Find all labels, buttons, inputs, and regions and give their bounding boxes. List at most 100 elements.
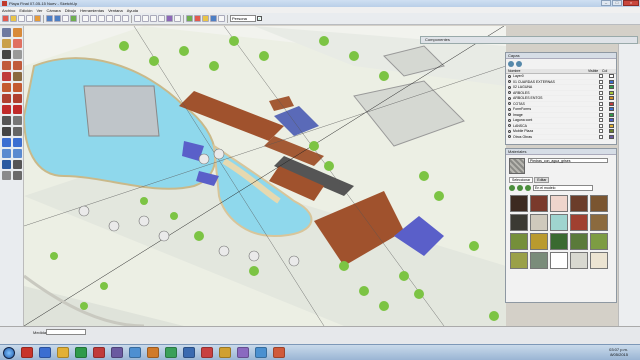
taskbar-app-icon[interactable] [183,347,195,358]
layer-visible-checkbox[interactable] [599,134,603,139]
active-layer-radio[interactable] [508,85,511,89]
measurements-input[interactable] [46,329,86,335]
material-swatch[interactable] [510,233,528,250]
tape-measure-icon[interactable] [2,116,11,125]
active-layer-radio[interactable] [508,91,511,95]
collection-select[interactable]: En el modelo [533,185,593,191]
zoom-extents-left-icon[interactable] [2,160,11,169]
layer-color-swatch[interactable] [609,74,614,79]
layer-color-swatch[interactable] [609,96,614,101]
material-swatch[interactable] [590,252,608,269]
taskbar-app-icon[interactable] [237,347,249,358]
paint-bucket-icon[interactable] [2,39,11,48]
material-swatch[interactable] [570,214,588,231]
orbit-tool-icon[interactable] [46,15,53,22]
menu-archivo[interactable]: Archivo [2,8,15,13]
rectangle-icon[interactable] [2,61,11,70]
layer-visible-checkbox[interactable] [599,79,603,84]
paint-tool-icon[interactable] [34,15,41,22]
layer-color-swatch[interactable] [609,118,614,123]
col-color[interactable]: Col [602,69,612,73]
active-layer-radio[interactable] [508,124,511,128]
wireframe-style-icon[interactable] [142,15,149,22]
material-swatch[interactable] [530,214,548,231]
layer-visible-checkbox[interactable] [599,101,603,106]
layer-visible-checkbox[interactable] [599,74,603,79]
model-viewport[interactable] [24,26,506,326]
pencil-icon[interactable] [2,50,11,59]
taskbar-app-icon[interactable] [219,347,231,358]
material-swatch[interactable] [590,214,608,231]
zoom-window-icon[interactable] [13,149,22,158]
material-swatch[interactable] [510,252,528,269]
eraser-icon[interactable] [13,39,22,48]
taskbar-app-icon[interactable] [93,347,105,358]
sandbox-icon[interactable] [202,15,209,22]
select-tool-icon[interactable] [2,15,9,22]
right-view-icon[interactable] [106,15,113,22]
layer-visibility-checkbox[interactable]: ✓ [257,16,262,21]
pan-icon[interactable] [13,138,22,147]
current-layer-select[interactable]: Persona [230,15,256,22]
menu-camara[interactable]: Cámara [46,8,60,13]
material-swatch[interactable] [570,252,588,269]
make-component-icon[interactable] [13,28,22,37]
layer-visible-checkbox[interactable] [599,90,603,95]
iso-view-icon[interactable] [82,15,89,22]
layers-manager-icon[interactable] [218,15,225,22]
taskbar-app-icon[interactable] [57,347,69,358]
right-scroll-strip[interactable] [618,44,640,326]
follow-me-icon[interactable] [13,94,22,103]
position-camera-icon[interactable] [2,171,11,180]
active-layer-radio[interactable] [508,102,511,106]
layer-visible-checkbox[interactable] [599,129,603,134]
layer-visible-checkbox[interactable] [599,96,603,101]
section-plane-icon[interactable] [210,15,217,22]
delete-layer-icon[interactable] [516,61,522,67]
material-swatch[interactable] [550,252,568,269]
material-swatch[interactable] [550,214,568,231]
layer-color-swatch[interactable] [609,90,614,95]
select-icon[interactable] [2,28,11,37]
xray-style-icon[interactable] [134,15,141,22]
material-swatch[interactable] [530,195,548,212]
dimension-icon[interactable] [13,116,22,125]
active-layer-radio[interactable] [508,118,511,122]
circle-icon[interactable] [13,61,22,70]
menu-ventana[interactable]: Ventana [108,8,123,13]
taskbar-app-icon[interactable] [273,347,285,358]
home-icon[interactable] [525,185,531,191]
eraser-tool-icon[interactable] [10,15,17,22]
add-layer-icon[interactable] [508,61,514,67]
layer-visible-checkbox[interactable] [599,107,603,112]
taskbar-app-icon[interactable] [129,347,141,358]
layer-color-swatch[interactable] [609,112,614,117]
start-button[interactable] [3,346,15,359]
active-layer-radio[interactable] [508,74,511,78]
zoom-extents-icon[interactable] [70,15,77,22]
material-swatch[interactable] [510,214,528,231]
material-swatch[interactable] [510,195,528,212]
freehand-icon[interactable] [13,72,22,81]
menu-dibujo[interactable]: Dibujo [65,8,76,13]
col-visible[interactable]: Visible [588,69,602,73]
layer-visible-checkbox[interactable] [599,112,603,117]
material-swatch[interactable] [530,233,548,250]
active-layer-radio[interactable] [508,135,511,139]
layer-color-swatch[interactable] [609,129,614,134]
material-swatch[interactable] [570,233,588,250]
forward-arrow-icon[interactable] [517,185,523,191]
offset-icon[interactable] [13,105,22,114]
layer-color-swatch[interactable] [609,107,614,112]
material-swatch[interactable] [530,252,548,269]
taskbar-app-icon[interactable] [147,347,159,358]
layer-visible-checkbox[interactable] [599,85,603,90]
minimize-button[interactable]: – [601,0,611,6]
protractor-icon[interactable] [2,127,11,136]
material-swatch[interactable] [590,233,608,250]
zoom-tool-icon[interactable] [62,15,69,22]
active-layer-radio[interactable] [508,80,511,84]
back-arrow-icon[interactable] [509,185,515,191]
active-layer-radio[interactable] [508,113,511,117]
taskbar-app-icon[interactable] [21,347,33,358]
